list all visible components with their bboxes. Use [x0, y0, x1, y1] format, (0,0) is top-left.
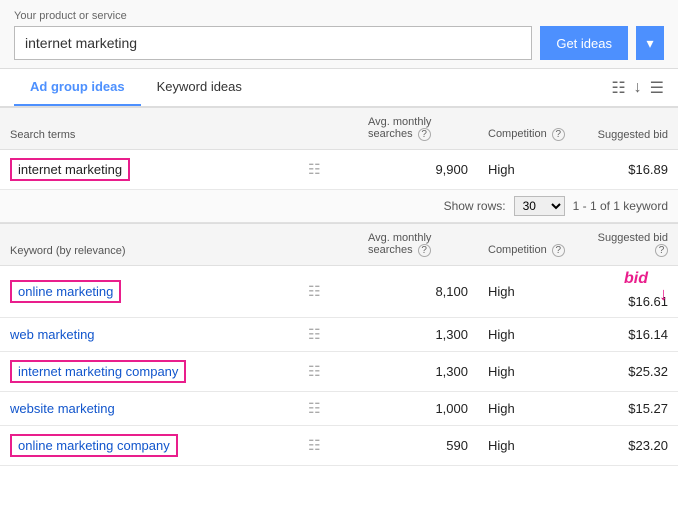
keyword-row: online marketing☷8,100Highbid↓$16.61 — [0, 266, 678, 318]
col-header-competition2: Competition ? — [478, 224, 578, 266]
search-term-cell: internet marketing — [0, 150, 298, 190]
top-bar: Your product or service Get ideas ▾ — [0, 0, 678, 69]
bid-value: $15.27 — [628, 401, 668, 416]
bid-help-icon[interactable]: ? — [655, 244, 668, 257]
tab-ad-group-ideas[interactable]: Ad group ideas — [14, 69, 141, 106]
suggested-bid-cell: $16.14 — [578, 318, 678, 352]
keyword-cell: online marketing company — [0, 426, 298, 466]
keyword-link[interactable]: online marketing company — [18, 438, 170, 453]
bid-value: $23.20 — [628, 438, 668, 453]
col-header-avg-searches: Avg. monthly searches ? — [358, 108, 478, 150]
chart-icon[interactable]: ☷ — [611, 78, 625, 98]
trend-chart-icon[interactable]: ☷ — [308, 363, 321, 379]
keyword-cell: online marketing — [0, 266, 298, 318]
avg-searches-cell: 9,900 — [358, 150, 478, 190]
bid-annotation-label: bid — [624, 270, 648, 288]
download-icon[interactable]: ↓ — [634, 79, 642, 97]
tabs-bar: Ad group ideas Keyword ideas ☷ ↓ ☰ — [0, 69, 678, 107]
keyword-outlined: online marketing company — [10, 434, 178, 457]
col-header-competition: Competition ? — [478, 108, 578, 150]
keyword-link[interactable]: online marketing — [18, 284, 113, 299]
col-header-suggested-bid2: Suggested bid ? — [578, 224, 678, 266]
chart-cell: ☷ — [298, 426, 358, 466]
trend-chart-icon[interactable]: ☷ — [308, 161, 321, 177]
columns-icon[interactable]: ☰ — [650, 78, 664, 98]
chart-cell: ☷ — [298, 318, 358, 352]
col-header-search-terms: Search terms — [0, 108, 298, 150]
tab-keyword-ideas[interactable]: Keyword ideas — [141, 69, 258, 106]
trend-chart-icon[interactable]: ☷ — [308, 326, 321, 342]
bid-value: $25.32 — [628, 364, 668, 379]
keyword-link[interactable]: internet marketing company — [18, 364, 178, 379]
competition-cell: High — [478, 352, 578, 392]
competition-cell: High — [478, 426, 578, 466]
col-header-suggested-bid: Suggested bid — [578, 108, 678, 150]
col-header-keyword: Keyword (by relevance) — [0, 224, 298, 266]
bid-value: $16.14 — [628, 327, 668, 342]
suggested-bid-cell: bid↓$16.61 — [578, 266, 678, 318]
avg-searches-cell: 1,000 — [358, 392, 478, 426]
keyword-cell: website marketing — [0, 392, 298, 426]
input-label: Your product or service — [14, 10, 664, 22]
keyword-row: online marketing company ☷ 590High $23.20 — [0, 426, 678, 466]
suggested-bid-cell: $15.27 — [578, 392, 678, 426]
chart-cell: ☷ — [298, 352, 358, 392]
chart-cell: ☷ — [298, 266, 358, 318]
keyword-row: web marketing ☷ 1,300High $16.14 — [0, 318, 678, 352]
search-terms-section: Search terms Avg. monthly searches ? Com… — [0, 107, 678, 190]
searches-help-icon2[interactable]: ? — [418, 244, 431, 257]
competition-cell: High — [478, 150, 578, 190]
keyword-cell: internet marketing company — [0, 352, 298, 392]
get-ideas-button[interactable]: Get ideas — [540, 26, 628, 60]
avg-searches-cell: 1,300 — [358, 352, 478, 392]
keyword-cell: web marketing — [0, 318, 298, 352]
trend-chart-icon[interactable]: ☷ — [308, 437, 321, 453]
chart-cell: ☷ — [298, 150, 358, 190]
keyword-ideas-section: Keyword (by relevance) Avg. monthly sear… — [0, 223, 678, 466]
show-rows-bar: Show rows: 30 50 100 1 - 1 of 1 keyword — [0, 190, 678, 223]
competition-cell: High — [478, 392, 578, 426]
suggested-bid-cell: $25.32 — [578, 352, 678, 392]
keyword-row: website marketing ☷ 1,000High $15.27 — [0, 392, 678, 426]
keyword-outlined: online marketing — [10, 280, 121, 303]
competition-help-icon[interactable]: ? — [552, 128, 565, 141]
search-input[interactable] — [14, 26, 532, 60]
avg-searches-cell: 1,300 — [358, 318, 478, 352]
competition-cell: High — [478, 318, 578, 352]
bid-arrow-icon: ↓ — [659, 284, 668, 305]
suggested-bid-cell: $16.89 — [578, 150, 678, 190]
col-header-avg-searches2: Avg. monthly searches ? — [358, 224, 478, 266]
keyword-link[interactable]: website marketing — [10, 401, 115, 416]
keyword-row: internet marketing company ☷ 1,300High $25.… — [0, 352, 678, 392]
more-button[interactable]: ▾ — [636, 26, 664, 60]
search-terms-table: Search terms Avg. monthly searches ? Com… — [0, 107, 678, 190]
searches-help-icon[interactable]: ? — [418, 128, 431, 141]
trend-chart-icon[interactable]: ☷ — [308, 400, 321, 416]
pagination-info: 1 - 1 of 1 keyword — [573, 199, 668, 213]
table-row: internet marketing ☷ 9,900High$16.89 — [0, 150, 678, 190]
chart-cell: ☷ — [298, 392, 358, 426]
competition-cell: High — [478, 266, 578, 318]
keyword-outlined: internet marketing company — [10, 360, 186, 383]
competition-help-icon2[interactable]: ? — [552, 244, 565, 257]
show-rows-label: Show rows: — [444, 199, 506, 213]
suggested-bid-cell: $23.20 — [578, 426, 678, 466]
avg-searches-cell: 8,100 — [358, 266, 478, 318]
search-term-outlined: internet marketing — [10, 158, 130, 181]
show-rows-select[interactable]: 30 50 100 — [514, 196, 565, 216]
col-header-chart-spacer — [298, 108, 358, 150]
col-header-chart-spacer2 — [298, 224, 358, 266]
avg-searches-cell: 590 — [358, 426, 478, 466]
keyword-ideas-table: Keyword (by relevance) Avg. monthly sear… — [0, 223, 678, 466]
trend-chart-icon[interactable]: ☷ — [308, 283, 321, 299]
keyword-link[interactable]: web marketing — [10, 327, 95, 342]
